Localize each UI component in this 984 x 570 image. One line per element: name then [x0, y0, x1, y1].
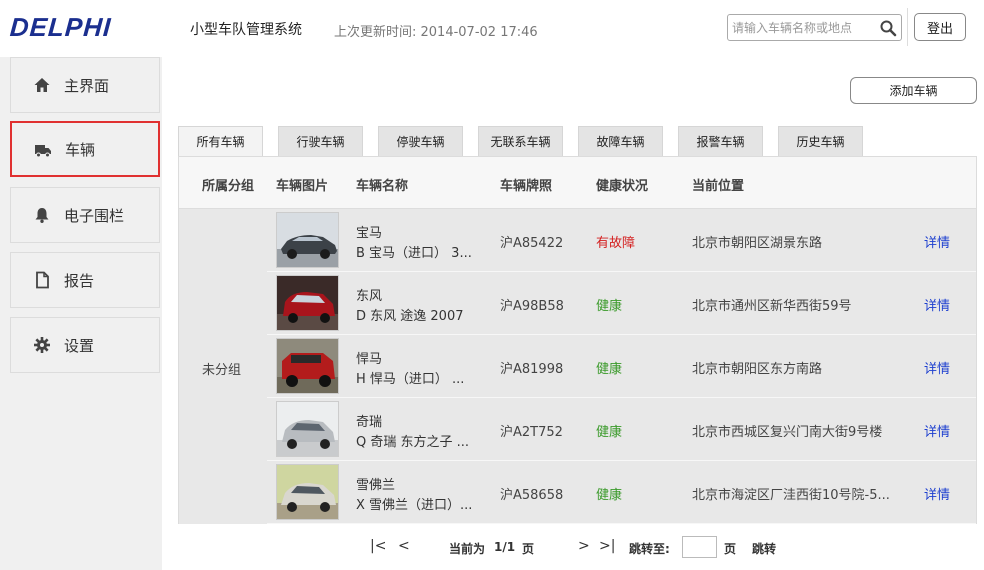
vehicle-health: 健康 [596, 362, 623, 377]
vehicle-location: 北京市朝阳区湖景东路 [692, 236, 823, 251]
vehicle-location: 北京市朝阳区东方南路 [692, 362, 823, 377]
vehicle-image [276, 464, 339, 520]
vehicle-model: H 悍马（进口） ... [356, 372, 465, 387]
jump-page-input[interactable] [682, 536, 717, 558]
vehicle-location: 北京市通州区新华西街59号 [692, 299, 852, 314]
vehicle-image [276, 401, 339, 457]
sidebar-item-label: 主界面 [64, 76, 110, 95]
jump-button[interactable]: 跳转 [752, 540, 776, 557]
page-suffix: 页 [522, 542, 535, 556]
vehicle-name: 雪佛兰 [356, 478, 396, 493]
tab-alarm-vehicles[interactable]: 报警车辆 [678, 126, 763, 156]
column-header-image: 车辆图片 [276, 179, 329, 194]
vehicle-model: D 东风 途逸 2007 [356, 309, 464, 324]
prev-page-button[interactable]: < [398, 538, 410, 554]
tab-driving-vehicles[interactable]: 行驶车辆 [278, 126, 363, 156]
table-row: 雪佛兰 X 雪佛兰（进口）... 沪A58658 健康 北京市海淀区厂洼西街10… [267, 461, 976, 524]
tab-history-vehicles[interactable]: 历史车辆 [778, 126, 863, 156]
current-page-label: 当前为 [449, 542, 486, 556]
vehicle-plate: 沪A58658 [500, 488, 564, 503]
column-header-group: 所属分组 [202, 179, 255, 194]
sidebar-item-label: 电子围栏 [64, 206, 125, 225]
search-input[interactable] [732, 18, 877, 37]
jump-suffix: 页 [724, 542, 737, 556]
sidebar-item-vehicles[interactable]: 车辆 [10, 121, 160, 177]
vehicle-model: B 宝马（进口） 3... [356, 246, 472, 261]
vehicle-name: 东风 [356, 289, 383, 304]
vehicle-health: 有故障 [596, 236, 636, 251]
vehicle-plate: 沪A98B58 [500, 299, 564, 314]
vehicle-health: 健康 [596, 299, 623, 314]
group-cell: 未分组 [179, 209, 267, 524]
document-icon [36, 271, 49, 289]
table-header: 所属分组 车辆图片 车辆名称 车辆牌照 健康状况 当前位置 [179, 157, 976, 209]
truck-icon [35, 145, 51, 158]
table-row: 宝马 B 宝马（进口） 3... 沪A85422 有故障 北京市朝阳区湖景东路 … [267, 209, 976, 272]
detail-link[interactable]: 详情 [924, 232, 950, 251]
detail-link[interactable]: 详情 [924, 484, 950, 503]
table-row: 东风 D 东风 途逸 2007 沪A98B58 健康 北京市通州区新华西街59号… [267, 272, 976, 335]
vehicle-location: 北京市海淀区厂洼西街10号院-5... [692, 488, 890, 503]
column-header-health: 健康状况 [596, 179, 649, 194]
current-page-value: 1/1 [494, 540, 516, 554]
search-box [727, 14, 902, 41]
sidebar-item-settings[interactable]: 设置 [10, 317, 160, 373]
detail-link[interactable]: 详情 [924, 421, 950, 440]
logout-button[interactable]: 登出 [914, 13, 966, 41]
vehicle-location: 北京市西城区复兴门南大街9号楼 [692, 425, 883, 440]
column-header-name: 车辆名称 [356, 179, 409, 194]
table-row: 奇瑞 Q 奇瑞 东方之子 ... 沪A2T752 健康 北京市西城区复兴门南大街… [267, 398, 976, 461]
add-vehicle-button[interactable]: 添加车辆 [850, 77, 977, 104]
sidebar-item-label: 车辆 [65, 140, 96, 159]
vehicle-plate: 沪A81998 [500, 362, 564, 377]
group-label: 未分组 [202, 363, 242, 378]
column-header-location: 当前位置 [692, 179, 745, 194]
sidebar-item-label: 报告 [64, 271, 95, 290]
table-row: 悍马 H 悍马（进口） ... 沪A81998 健康 北京市朝阳区东方南路 详情 [267, 335, 976, 398]
home-icon [34, 78, 50, 92]
last-page-button[interactable]: >| [599, 538, 615, 554]
sidebar: 主界面 车辆 电子围栏 报告 设置 [0, 57, 162, 570]
search-icon[interactable] [879, 19, 897, 37]
app-title: 小型车队管理系统 [190, 22, 302, 38]
tab-offline-vehicles[interactable]: 无联系车辆 [478, 126, 563, 156]
vehicle-model: Q 奇瑞 东方之子 ... [356, 435, 470, 450]
vehicle-health: 健康 [596, 488, 623, 503]
header-divider [907, 8, 908, 46]
tab-stopped-vehicles[interactable]: 停驶车辆 [378, 126, 463, 156]
vehicle-plate: 沪A2T752 [500, 425, 563, 440]
main-content: 添加车辆 所有车辆 行驶车辆 停驶车辆 无联系车辆 故障车辆 报警车辆 历史车辆… [162, 57, 984, 570]
vehicle-image [276, 338, 339, 394]
vehicle-image [276, 275, 339, 331]
detail-link[interactable]: 详情 [924, 295, 950, 314]
vehicle-health: 健康 [596, 425, 623, 440]
first-page-button[interactable]: |< [370, 538, 386, 554]
detail-link[interactable]: 详情 [924, 358, 950, 377]
sidebar-item-geofence[interactable]: 电子围栏 [10, 187, 160, 243]
tab-all-vehicles[interactable]: 所有车辆 [178, 126, 263, 156]
sidebar-item-reports[interactable]: 报告 [10, 252, 160, 308]
vehicle-name: 奇瑞 [356, 415, 383, 430]
vehicle-name: 悍马 [356, 352, 383, 367]
vehicle-image [276, 212, 339, 268]
header: DELPHI 小型车队管理系统 上次更新时间: 2014-07-02 17:46… [0, 0, 984, 57]
vehicle-plate: 沪A85422 [500, 236, 564, 251]
bell-icon [35, 208, 49, 223]
jump-label: 跳转至: [629, 542, 670, 556]
sidebar-item-label: 设置 [64, 336, 95, 355]
vehicle-table: 所属分组 车辆图片 车辆名称 车辆牌照 健康状况 当前位置 未分组 宝马 B 宝… [178, 156, 977, 524]
last-update-time: 上次更新时间: 2014-07-02 17:46 [334, 25, 538, 40]
tab-fault-vehicles[interactable]: 故障车辆 [578, 126, 663, 156]
vehicle-name: 宝马 [356, 226, 383, 241]
sidebar-item-home[interactable]: 主界面 [10, 57, 160, 113]
pagination: |< < 当前为 1/1 页 > >| 跳转至: 页 跳转 [162, 533, 984, 563]
gear-icon [34, 337, 50, 353]
column-header-plate: 车辆牌照 [500, 179, 553, 194]
vehicle-model: X 雪佛兰（进口）... [356, 498, 473, 513]
delphi-logo: DELPHI [8, 12, 113, 42]
next-page-button[interactable]: > [578, 538, 590, 554]
